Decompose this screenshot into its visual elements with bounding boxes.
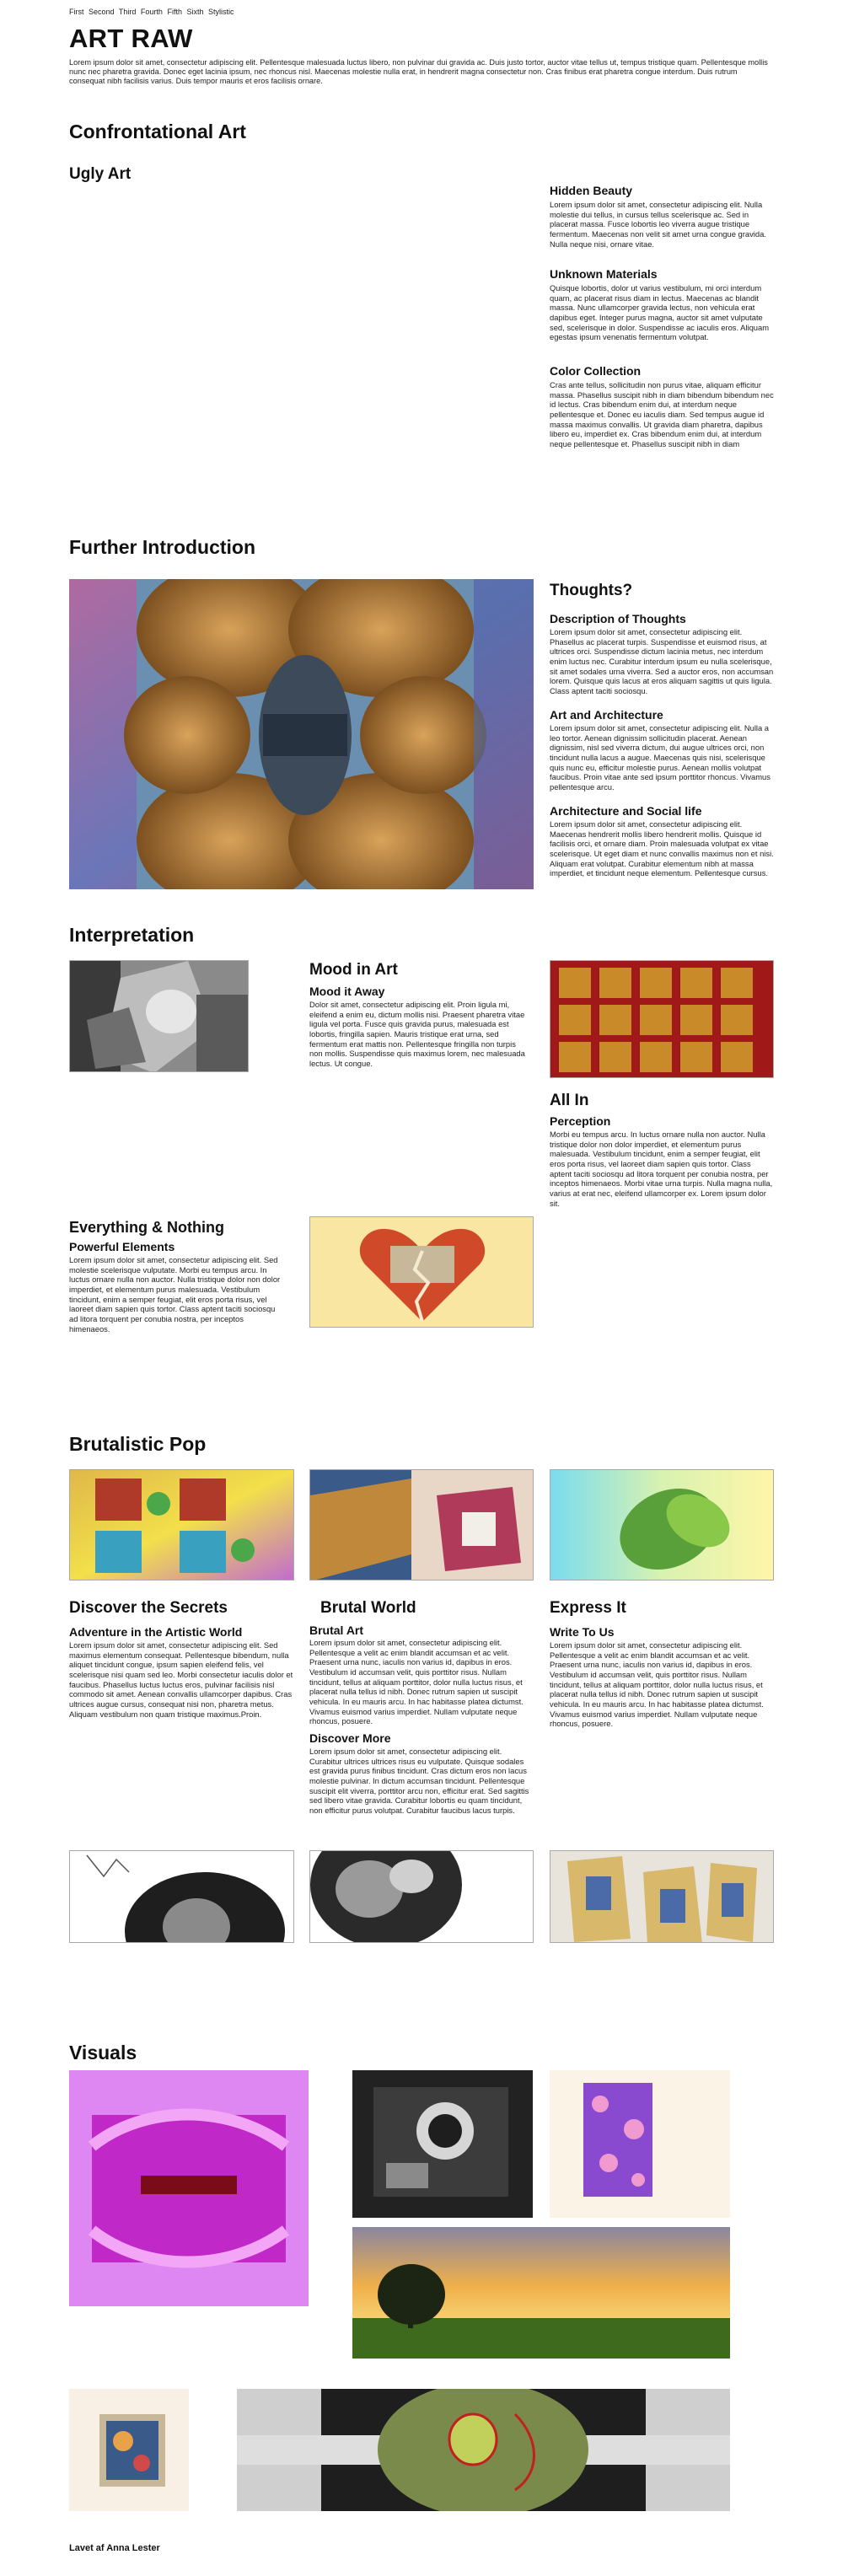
subheading-adventure: Adventure in the Artistic World (69, 1625, 243, 1639)
nav-link-fifth[interactable]: Fifth (167, 8, 182, 16)
footer-credit: Lavet af Anna Lester (69, 2543, 160, 2553)
text-color-collection: Cras ante tellus, sollicitudin non purus… (550, 380, 774, 448)
heading-express-it: Express It (550, 1599, 626, 1617)
subheading-perception: Perception (550, 1114, 611, 1128)
text-everything-nothing: Lorem ipsum dolor sit amet, consectetur … (69, 1255, 281, 1334)
nav-link-third[interactable]: Third (119, 8, 137, 16)
heading-all-in: All In (550, 1092, 589, 1109)
subheading-discover-more: Discover More (309, 1731, 391, 1745)
site-title: ART RAW (69, 24, 193, 53)
image-pop-collage (69, 1469, 294, 1580)
image-bw-portrait (69, 1850, 294, 1943)
nav-link-stylistic[interactable]: Stylistic (208, 8, 234, 16)
subheading-write-to-us: Write To Us (550, 1625, 615, 1639)
heading-color-collection: Color Collection (550, 364, 642, 378)
section-title-confrontational: Confrontational Art (69, 121, 246, 142)
section-title-interpretation: Interpretation (69, 924, 195, 946)
heading-architecture-social-life: Architecture and Social life (550, 804, 702, 818)
heading-hidden-beauty: Hidden Beauty (550, 184, 633, 197)
heading-everything-nothing: Everything & Nothing (69, 1219, 224, 1236)
text-art-and-architecture: Lorem ipsum dolor sit amet, consectetur … (550, 723, 771, 792)
text-brutal-world: Lorem ipsum dolor sit amet, consectetur … (309, 1638, 524, 1726)
section-title-brutalistic-pop: Brutalistic Pop (69, 1433, 207, 1455)
image-brutal-architecture (309, 1469, 534, 1580)
text-mood-in-art: Dolor sit amet, consectetur adipiscing e… (309, 1000, 525, 1068)
heading-brutal-world: Brutal World (320, 1599, 416, 1617)
text-description-of-thoughts: Lorem ipsum dolor sit amet, consectetur … (550, 627, 774, 695)
heading-art-and-architecture: Art and Architecture (550, 708, 663, 722)
image-question-cards (550, 1850, 774, 1943)
image-magenta-abstract (69, 2070, 309, 2306)
heading-mood-in-art: Mood in Art (309, 961, 398, 979)
heading-unknown-materials: Unknown Materials (550, 267, 658, 281)
text-discover-the-secrets: Lorem ipsum dolor sit amet, consectetur … (69, 1640, 293, 1719)
image-framed-painting (69, 2389, 189, 2511)
aside-title-thoughts: Thoughts? (550, 582, 633, 599)
image-sunset-landscape (352, 2227, 730, 2359)
section-title-further-introduction: Further Introduction (69, 536, 256, 558)
image-bw-sculpture (309, 1850, 534, 1943)
text-architecture-social-life: Lorem ipsum dolor sit amet, consectetur … (550, 819, 774, 878)
text-hidden-beauty: Lorem ipsum dolor sit amet, consectetur … (550, 200, 766, 249)
text-unknown-materials: Quisque lobortis, dolor ut varius vestib… (550, 283, 770, 342)
image-green-leaves (550, 1469, 774, 1580)
nav-link-fourth[interactable]: Fourth (141, 8, 163, 16)
subheading-powerful-elements: Powerful Elements (69, 1240, 175, 1253)
section-title-visuals: Visuals (69, 2042, 137, 2063)
subheading-brutal-art: Brutal Art (309, 1623, 364, 1637)
section-subtitle-ugly-art: Ugly Art (69, 165, 132, 183)
image-broken-heart (309, 1216, 534, 1328)
image-grayscale-figure (69, 960, 249, 1072)
text-express-it: Lorem ipsum dolor sit amet, consectetur … (550, 1640, 764, 1729)
hero-image-statues (69, 579, 534, 889)
image-purple-pattern (550, 2070, 730, 2218)
text-all-in: Morbi eu tempus arcu. In luctus ornare n… (550, 1130, 773, 1208)
nav-link-sixth[interactable]: Sixth (186, 8, 203, 16)
subheading-mood-it-away: Mood it Away (309, 985, 385, 998)
nav-link-first[interactable]: First (69, 8, 84, 16)
top-nav: First Second Third Fourth Fifth Sixth St… (69, 8, 237, 16)
intro-text: Lorem ipsum dolor sit amet, consectetur … (69, 58, 768, 86)
image-green-eye-abstract (237, 2389, 730, 2511)
image-dark-tech-collage (352, 2070, 533, 2218)
heading-discover-the-secrets: Discover the Secrets (69, 1599, 228, 1617)
heading-description-of-thoughts: Description of Thoughts (550, 612, 686, 625)
nav-link-second[interactable]: Second (89, 8, 115, 16)
image-red-grid-artwork (550, 960, 774, 1078)
text-discover-more: Lorem ipsum dolor sit amet, consectetur … (309, 1747, 529, 1815)
